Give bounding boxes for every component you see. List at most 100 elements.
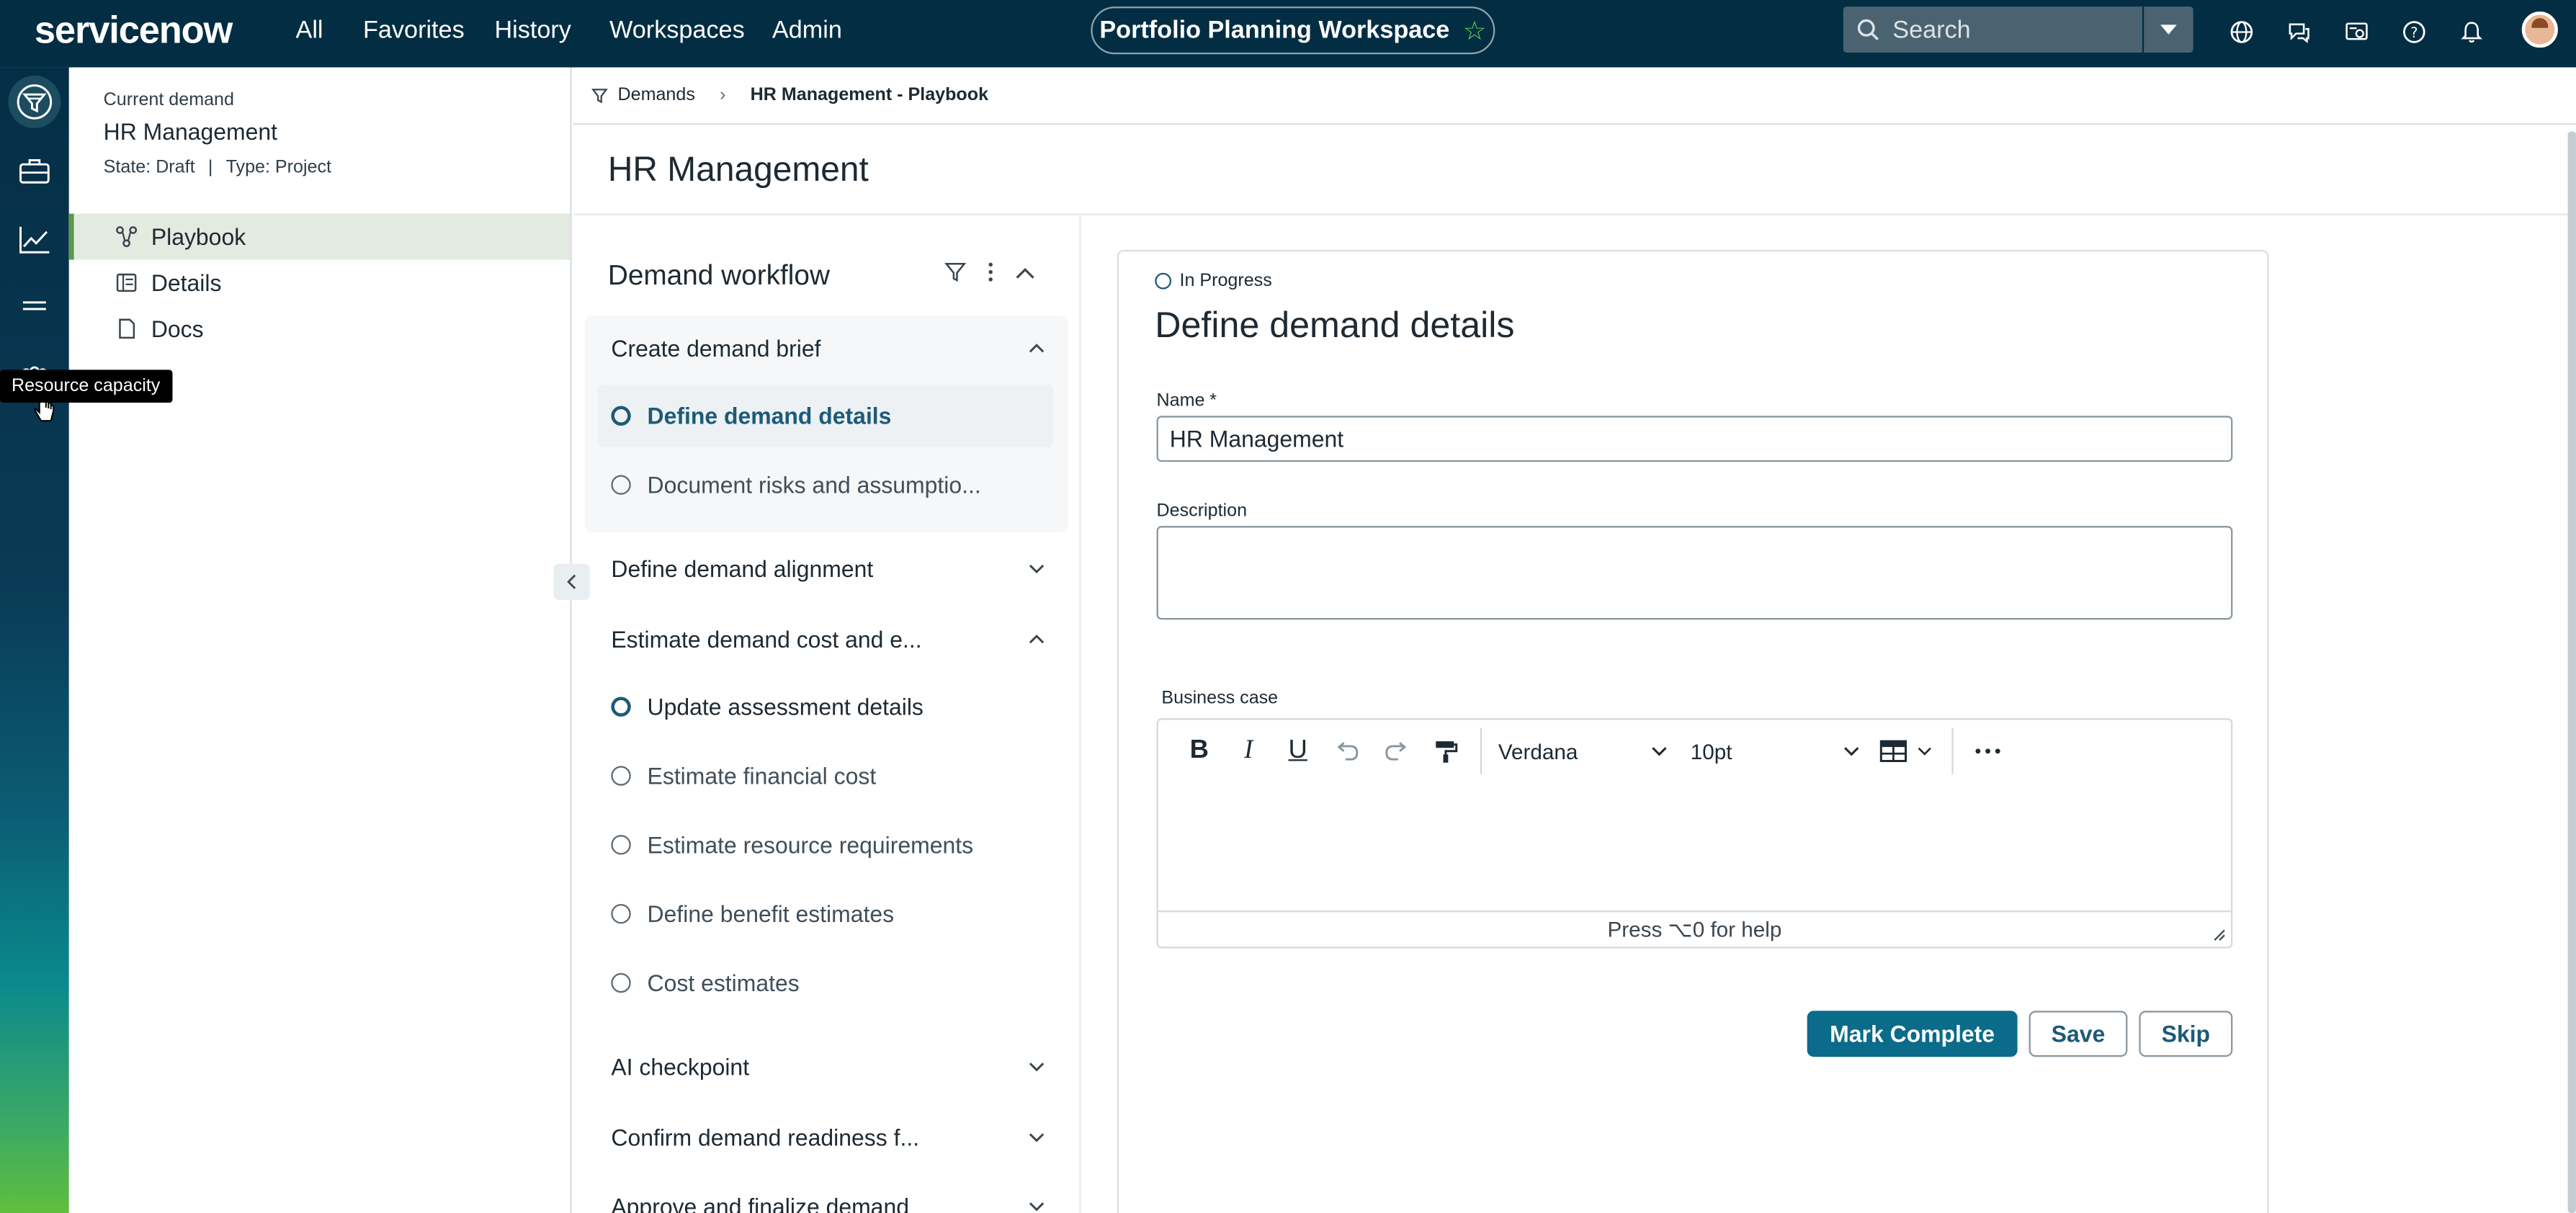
task-estimate-financial-cost[interactable]: Estimate financial cost: [598, 745, 1053, 807]
svg-text:?: ?: [2410, 24, 2417, 40]
bold-icon[interactable]: B: [1181, 733, 1217, 769]
table-insert-button[interactable]: [1879, 740, 1932, 763]
context-type: Type: Project: [225, 158, 332, 178]
task-label: Cost estimates: [647, 970, 800, 996]
nav-all[interactable]: All: [296, 17, 323, 45]
chevron-down-icon: [1918, 747, 1931, 756]
underline-icon[interactable]: U: [1280, 733, 1316, 769]
task-status-icon: [611, 835, 631, 855]
search-placeholder: Search: [1892, 15, 1971, 44]
workspace-pill-label: Portfolio Planning Workspace: [1099, 16, 1450, 45]
task-status-icon: [611, 406, 631, 426]
context-item-details[interactable]: Details: [69, 260, 571, 306]
task-status-icon: [611, 972, 631, 993]
list-icon[interactable]: [8, 282, 61, 335]
skip-button[interactable]: Skip: [2139, 1011, 2233, 1057]
chat-icon[interactable]: [2284, 17, 2313, 46]
task-define-demand-details[interactable]: Define demand details: [598, 384, 1053, 447]
task-label: Update assessment details: [647, 693, 923, 720]
name-field[interactable]: [1156, 416, 2233, 462]
briefcase-icon[interactable]: [8, 145, 61, 197]
help-icon[interactable]: ?: [2399, 17, 2428, 46]
description-field[interactable]: [1156, 526, 2233, 620]
save-button[interactable]: Save: [2029, 1011, 2128, 1057]
breadcrumb-current: HR Management - Playbook: [750, 85, 989, 106]
business-case-editor: B I U Verdana 10pt Press ⌥0 for help: [1156, 718, 2233, 949]
task-update-assessment-details[interactable]: Update assessment details: [598, 676, 1053, 738]
stage-confirm-demand-readiness[interactable]: Confirm demand readiness f...: [585, 1106, 1068, 1169]
screen-share-icon[interactable]: [2341, 17, 2371, 46]
task-label: Estimate financial cost: [647, 762, 877, 789]
stage-label: AI checkpoint: [611, 1053, 750, 1080]
stage-define-demand-alignment[interactable]: Define demand alignment: [585, 537, 1068, 600]
task-status-icon: [611, 766, 631, 786]
editor-status-bar: Press ⌥0 for help: [1158, 910, 2232, 946]
redo-icon[interactable]: [1378, 733, 1414, 769]
font-family-value: Verdana: [1498, 738, 1578, 764]
context-item-label: Docs: [151, 315, 204, 342]
nav-admin[interactable]: Admin: [772, 17, 842, 45]
context-item-docs[interactable]: Docs: [69, 305, 571, 352]
stage-label: Estimate demand cost and e...: [611, 626, 922, 653]
stage-approve-finalize-demand[interactable]: Approve and finalize demand: [585, 1175, 1068, 1213]
task-estimate-resource-requirements[interactable]: Estimate resource requirements: [598, 813, 1053, 876]
italic-icon[interactable]: I: [1230, 733, 1266, 769]
font-size-select[interactable]: 10pt: [1691, 739, 1860, 764]
chevron-down-icon: [1652, 747, 1667, 756]
breadcrumb-demands[interactable]: Demands: [618, 86, 695, 105]
stage-label: Confirm demand readiness f...: [611, 1124, 920, 1151]
star-icon[interactable]: ☆: [1463, 14, 1487, 47]
context-item-playbook[interactable]: Playbook: [68, 213, 571, 260]
context-title: HR Management: [103, 118, 278, 145]
left-rail: Resource capacity: [0, 67, 172, 1213]
filter-icon[interactable]: [944, 261, 966, 283]
status-badge: In Progress: [1155, 271, 1272, 291]
stage-estimate-demand-cost[interactable]: Estimate demand cost and e...: [585, 608, 1068, 671]
resize-handle-icon[interactable]: [2213, 928, 2226, 941]
workflow-panel: Demand workflow Create demand brief Defi…: [573, 215, 1081, 1213]
font-family-select[interactable]: Verdana: [1498, 739, 1668, 764]
toolbar-separator: [1951, 728, 1954, 774]
stage-create-demand-brief[interactable]: Create demand brief: [585, 317, 1068, 380]
chevron-down-icon: [1029, 564, 1045, 574]
task-label: Define benefit estimates: [647, 900, 895, 927]
context-item-label: Playbook: [151, 223, 246, 250]
mark-complete-button[interactable]: Mark Complete: [1807, 1011, 2018, 1057]
user-avatar[interactable]: [2521, 11, 2558, 48]
task-define-benefit-estimates[interactable]: Define benefit estimates: [598, 882, 1053, 945]
more-vertical-icon[interactable]: [985, 261, 996, 283]
demand-funnel-icon[interactable]: [8, 75, 61, 128]
rail-tooltip: Resource capacity: [0, 370, 172, 403]
context-panel: Current demand HR Management State: Draf…: [68, 67, 572, 1213]
servicenow-logo[interactable]: servicenow: [35, 8, 233, 53]
editor-help-text: Press ⌥0 for help: [1607, 916, 1782, 941]
task-document-risks[interactable]: Document risks and assumptio...: [598, 454, 1053, 516]
globe-icon[interactable]: [2226, 17, 2255, 46]
nav-history[interactable]: History: [494, 17, 571, 45]
search-icon: [1857, 19, 1879, 40]
workspace-pill[interactable]: Portfolio Planning Workspace ☆: [1091, 6, 1495, 55]
format-painter-icon[interactable]: [1428, 733, 1464, 769]
chevron-down-icon: [1844, 747, 1859, 756]
stage-ai-checkpoint[interactable]: AI checkpoint: [585, 1036, 1068, 1098]
undo-icon[interactable]: [1329, 733, 1365, 769]
task-cost-estimates[interactable]: Cost estimates: [598, 952, 1053, 1014]
page-title: HR Management: [607, 151, 869, 189]
editor-content-area[interactable]: [1158, 782, 2231, 910]
collapse-panel-button[interactable]: [553, 563, 590, 600]
page-scrollbar[interactable]: [2567, 131, 2576, 1213]
more-horizontal-icon[interactable]: [1969, 733, 2005, 769]
bell-icon[interactable]: [2456, 17, 2485, 46]
nav-workspaces[interactable]: Workspaces: [609, 17, 745, 45]
top-navigation-bar: servicenow All Favorites History Workspa…: [0, 0, 2576, 68]
trend-chart-icon[interactable]: [8, 214, 61, 267]
task-status-icon: [611, 475, 631, 495]
chevron-up-icon[interactable]: [1015, 266, 1034, 279]
search-scope-dropdown[interactable]: [2144, 6, 2193, 53]
caret-down-icon: [2160, 24, 2177, 35]
details-icon: [115, 271, 138, 294]
global-search[interactable]: Search: [1843, 6, 2142, 53]
nav-favorites[interactable]: Favorites: [363, 17, 465, 45]
chevron-down-icon: [1029, 1133, 1045, 1142]
chevron-up-icon: [1029, 634, 1045, 644]
